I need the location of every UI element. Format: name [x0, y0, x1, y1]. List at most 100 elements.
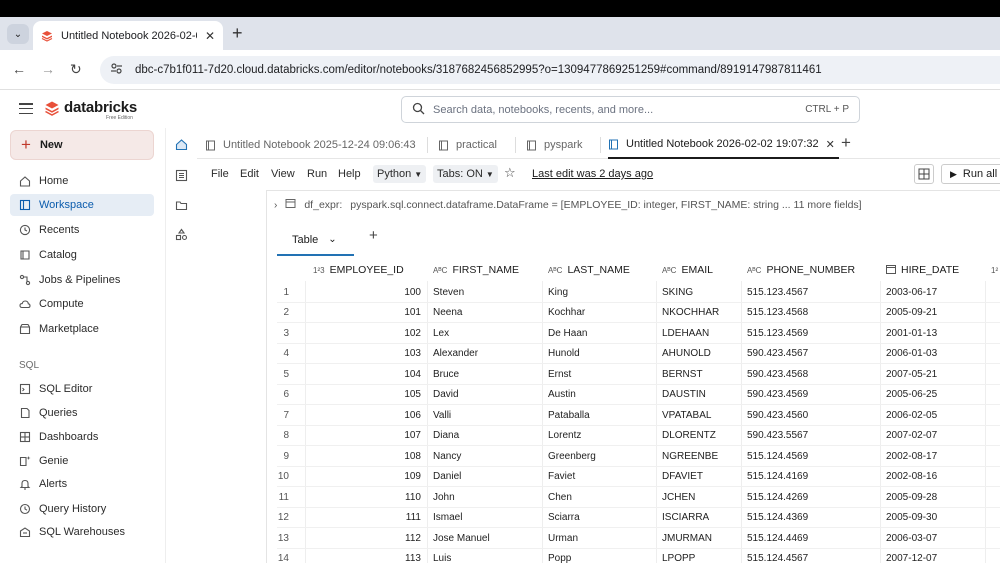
sidebar-item-catalog[interactable]: Catalog	[10, 244, 154, 266]
sidebar-item-workspace[interactable]: Workspace	[10, 194, 154, 216]
new-tab-button[interactable]: +	[232, 24, 243, 42]
sidebar-item-genie[interactable]: Genie	[10, 450, 154, 472]
menu-run[interactable]: Run	[307, 168, 327, 180]
tab-close-icon[interactable]: ✕	[205, 29, 215, 43]
tab-label: Untitled Notebook 2025-12-24 09:06:43	[223, 139, 416, 151]
site-settings-icon[interactable]	[110, 62, 123, 78]
tab-practical[interactable]: practical	[438, 131, 497, 159]
menu-file[interactable]: File	[211, 168, 229, 180]
tab-search-dropdown-icon[interactable]: ⌄	[7, 24, 29, 44]
sidebar-item-jobs-pipelines[interactable]: Jobs & Pipelines	[10, 269, 154, 291]
column-header-email[interactable]: AᴮC EMAIL	[662, 259, 713, 281]
column-header-phone-number[interactable]: AᴮC PHONE_NUMBER	[747, 259, 855, 281]
table-row[interactable]: 9 108 Nancy Greenberg NGREENBE 515.124.4569 20…	[277, 446, 1000, 467]
tab-pyspark[interactable]: pyspark	[526, 131, 583, 159]
hamburger-menu-icon[interactable]	[19, 103, 33, 114]
layout-toggle-icon[interactable]	[914, 164, 934, 184]
results-table[interactable]: 1²3 EMPLOYEE_ID AᴮC FIRST_NAME AᴮC LAST_…	[277, 259, 1000, 563]
shapes-icon[interactable]	[174, 227, 188, 241]
table-row[interactable]: 5 104 Bruce Ernst BERNST 590.423.4568 2007-05-…	[277, 364, 1000, 385]
notebook-icon	[205, 140, 216, 151]
add-notebook-tab-button[interactable]: +	[841, 134, 851, 152]
sidebar-item-alerts[interactable]: Alerts	[10, 473, 154, 495]
table-of-contents-icon[interactable]	[174, 168, 188, 182]
menu-view[interactable]: View	[271, 168, 295, 180]
column-header-hire-date[interactable]: HIRE_DATE	[886, 259, 959, 281]
column-header-employee-id[interactable]: 1²3 EMPLOYEE_ID	[313, 259, 404, 281]
search-placeholder: Search data, notebooks, recents, and mor…	[433, 103, 654, 116]
table-row[interactable]: 7 106 Valli Pataballa VPATABAL 590.423.4560 20…	[277, 405, 1000, 426]
column-header-first-name[interactable]: AᴮC FIRST_NAME	[433, 259, 519, 281]
url-text: dbc-c7b1f011-7d20.cloud.databricks.com/e…	[135, 64, 822, 76]
chevron-down-icon[interactable]: ⌄	[328, 234, 336, 245]
back-arrow-icon[interactable]: ←	[12, 61, 26, 77]
first-name-cell: Valli	[433, 409, 452, 421]
column-header-next: 1²	[991, 259, 998, 281]
table-row[interactable]: 1 100 Steven King SKING 515.123.4567 2003-06-1…	[277, 282, 1000, 303]
table-row[interactable]: 10 109 Daniel Faviet DFAVIET 515.124.4169 2002…	[277, 467, 1000, 487]
forward-arrow-icon[interactable]: →	[41, 61, 55, 77]
sidebar-item-compute[interactable]: Compute	[10, 293, 154, 315]
employee-id-cell: 102	[404, 327, 421, 339]
menu-help[interactable]: Help	[338, 168, 361, 180]
sidebar-item-sql-editor[interactable]: SQL Editor	[10, 378, 154, 400]
sidebar-item-label: SQL Editor	[39, 383, 93, 395]
favorite-star-icon[interactable]: ☆	[504, 165, 516, 181]
last-name-cell: Popp	[548, 553, 572, 563]
sidebar-item-recents[interactable]: Recents	[10, 219, 154, 241]
column-name: HIRE_DATE	[901, 264, 960, 276]
tab-untitled-notebook-2026[interactable]: Untitled Notebook 2026-02-02 19:07:32 ✕	[608, 131, 839, 159]
run-all-button[interactable]: ▶ Run all	[941, 164, 1000, 184]
sidebar-item-queries[interactable]: Queries	[10, 402, 154, 424]
databricks-logo[interactable]: databricks Free Edition	[44, 99, 137, 121]
sidebar-item-marketplace[interactable]: Marketplace	[10, 318, 154, 340]
add-visualization-button[interactable]: +	[369, 227, 378, 244]
sidebar-item-sql-warehouses[interactable]: SQL Warehouses	[10, 521, 154, 543]
email-cell: VPATABAL	[662, 409, 712, 421]
notebook-icon	[438, 140, 449, 151]
table-row[interactable]: 2 101 Neena Kochhar NKOCHHAR 515.123.4568 2005…	[277, 303, 1000, 323]
tab-separator	[427, 137, 428, 153]
table-row[interactable]: 13 112 Jose Manuel Urman JMURMAN 515.124.4469…	[277, 528, 1000, 549]
store-icon	[19, 323, 31, 335]
folder-icon[interactable]	[174, 198, 188, 212]
employee-id-cell: 107	[404, 430, 421, 441]
dashboards-icon	[19, 431, 31, 443]
dataframe-schema-line[interactable]: › df_expr: pyspark.sql.connect.dataframe…	[274, 198, 862, 212]
menu-edit[interactable]: Edit	[240, 168, 259, 180]
new-button[interactable]: + New	[10, 130, 154, 160]
last-name-cell: Austin	[548, 389, 576, 400]
employee-id-cell: 101	[404, 307, 421, 318]
expand-chevron-icon[interactable]: ›	[274, 200, 277, 211]
hire-date-cell: 2007-05-21	[886, 368, 938, 380]
reload-icon[interactable]: ↻	[70, 61, 82, 77]
row-index: 5	[283, 368, 289, 380]
table-row[interactable]: 6 105 David Austin DAUSTIN 590.423.4569 2005-0…	[277, 385, 1000, 405]
phone-number-cell: 515.124.4569	[747, 450, 809, 462]
table-row[interactable]: 4 103 Alexander Hunold AHUNOLD 590.423.4567 20…	[277, 344, 1000, 364]
table-row[interactable]: 12 111 Ismael Sciarra ISCIARRA 515.124.4369 20…	[277, 508, 1000, 528]
table-row[interactable]: 14 113 Luis Popp LPOPP 515.124.4567 2007-12-07	[277, 549, 1000, 563]
column-name: EMAIL	[681, 264, 713, 276]
table-row[interactable]: 3 102 Lex De Haan LDEHAAN 515.123.4569 2001-01…	[277, 323, 1000, 344]
browser-tab-active[interactable]: Untitled Notebook 2026-02-02 ✕	[33, 21, 223, 50]
sidebar-item-home[interactable]: Home	[10, 170, 154, 192]
language-select[interactable]: Python ▼	[373, 165, 427, 183]
tab-close-icon[interactable]: ✕	[826, 138, 835, 151]
last-edit-link[interactable]: Last edit was 2 days ago	[532, 168, 653, 180]
employee-id-cell: 111	[405, 512, 421, 523]
url-omnibox[interactable]: dbc-c7b1f011-7d20.cloud.databricks.com/e…	[100, 56, 1000, 84]
sidebar-item-query-history[interactable]: Query History	[10, 498, 154, 520]
global-search-input[interactable]: Search data, notebooks, recents, and mor…	[401, 96, 860, 123]
column-header-last-name[interactable]: AᴮC LAST_NAME	[548, 259, 630, 281]
home-rail-icon[interactable]	[174, 137, 188, 151]
notebook-icon	[608, 139, 619, 150]
result-tab-table[interactable]: Table ⌄	[277, 225, 354, 256]
genie-icon	[19, 455, 31, 467]
sidebar-item-dashboards[interactable]: Dashboards	[10, 426, 154, 448]
table-row[interactable]: 8 107 Diana Lorentz DLORENTZ 590.423.5567 2007…	[277, 426, 1000, 446]
tabs-toggle[interactable]: Tabs: ON ▼	[433, 165, 498, 183]
clock-icon	[19, 224, 31, 236]
tab-untitled-notebook-2025[interactable]: Untitled Notebook 2025-12-24 09:06:43	[205, 131, 416, 159]
table-row[interactable]: 11 110 John Chen JCHEN 515.124.4269 2005-09-28	[277, 487, 1000, 508]
